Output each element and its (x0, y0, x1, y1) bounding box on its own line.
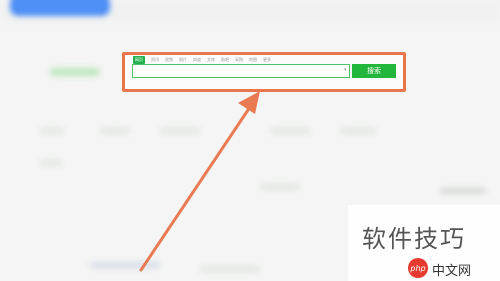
php-logo-icon: php (408, 258, 428, 278)
watermark-title: 软件技巧 (362, 225, 466, 253)
watermark: 软件技巧 php 中文网 (348, 205, 500, 281)
arrow-shaft (139, 102, 254, 272)
watermark-site-name: 中文网 (432, 264, 472, 279)
